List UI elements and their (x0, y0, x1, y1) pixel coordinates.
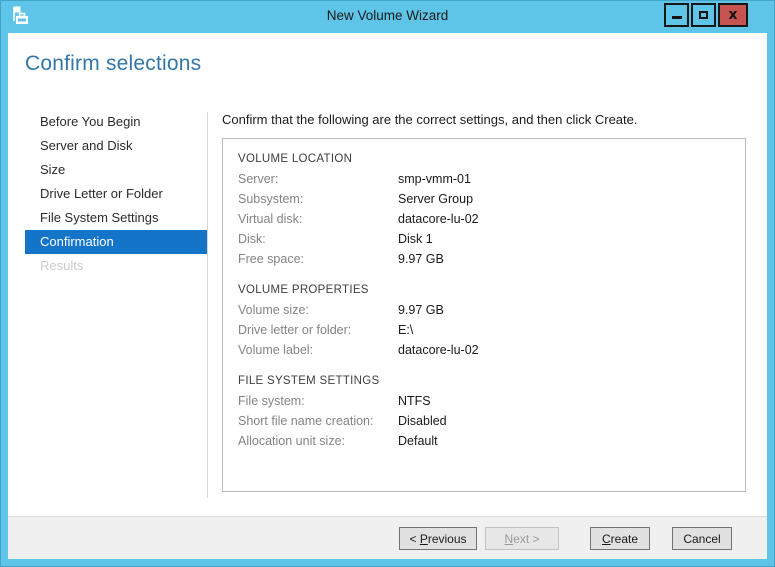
section-title: VOLUME PROPERTIES (238, 284, 369, 296)
row-value: 9.97 GB (398, 252, 444, 266)
instruction-text: Confirm that the following are the corre… (222, 112, 638, 127)
row-value: Server Group (398, 192, 474, 206)
row-label: Virtual disk: (238, 212, 303, 226)
wizard-body: Confirm selections Before You Begin Serv… (8, 33, 767, 559)
summary-row: Allocation unit size: Default (238, 431, 745, 451)
summary-row: Volume label: datacore-lu-02 (238, 340, 745, 360)
section-volume-location: VOLUME LOCATION Server: smp-vmm-01 Subsy… (238, 149, 745, 269)
title-bar: New Volume Wizard x (0, 0, 775, 33)
row-label: Short file name creation: (238, 414, 374, 428)
row-label: Drive letter or folder: (238, 323, 352, 337)
maximize-icon (699, 11, 708, 19)
close-button[interactable]: x (718, 3, 748, 27)
row-label: Volume size: (238, 303, 309, 317)
confirmation-summary-box: VOLUME LOCATION Server: smp-vmm-01 Subsy… (222, 138, 746, 492)
section-title: VOLUME LOCATION (238, 153, 353, 165)
minimize-button[interactable] (664, 3, 689, 27)
row-value: datacore-lu-02 (398, 343, 479, 357)
row-label: File system: (238, 394, 305, 408)
wizard-window: New Volume Wizard x Confirm selections B… (0, 0, 775, 567)
summary-row: Disk: Disk 1 (238, 229, 745, 249)
step-confirmation[interactable]: Confirmation (25, 230, 208, 254)
row-value: datacore-lu-02 (398, 212, 479, 226)
window-controls: x (662, 3, 748, 27)
row-label: Free space: (238, 252, 305, 266)
previous-button[interactable]: < Previous (399, 527, 477, 550)
row-value: E:\ (398, 323, 414, 337)
row-value: Default (398, 434, 438, 448)
summary-row: Drive letter or folder: E:\ (238, 320, 745, 340)
page-title: Confirm selections (25, 52, 202, 75)
summary-row: Short file name creation: Disabled (238, 411, 745, 431)
wizard-steps-nav: Before You Begin Server and Disk Size Dr… (25, 110, 208, 278)
row-label: Volume label: (238, 343, 314, 357)
close-icon: x (728, 7, 738, 23)
summary-row: Server: smp-vmm-01 (238, 169, 745, 189)
row-label: Allocation unit size: (238, 434, 346, 448)
row-value: 9.97 GB (398, 303, 444, 317)
next-button: Next > (485, 527, 559, 550)
row-value: smp-vmm-01 (398, 172, 471, 186)
step-server-and-disk[interactable]: Server and Disk (25, 134, 208, 158)
step-before-you-begin[interactable]: Before You Begin (25, 110, 208, 134)
summary-row: Volume size: 9.97 GB (238, 300, 745, 320)
row-label: Disk: (238, 232, 266, 246)
section-volume-properties: VOLUME PROPERTIES Volume size: 9.97 GB D… (238, 280, 745, 360)
sidebar-divider (207, 112, 208, 498)
section-title: FILE SYSTEM SETTINGS (238, 375, 380, 387)
row-value: Disk 1 (398, 232, 433, 246)
step-file-system-settings[interactable]: File System Settings (25, 206, 208, 230)
step-results: Results (40, 258, 84, 273)
row-value: NTFS (398, 394, 431, 408)
summary-row: Subsystem: Server Group (238, 189, 745, 209)
summary-row: Free space: 9.97 GB (238, 249, 745, 269)
cancel-button[interactable]: Cancel (672, 527, 732, 550)
row-label: Server: (238, 172, 279, 186)
summary-row: File system: NTFS (238, 391, 745, 411)
summary-row: Virtual disk: datacore-lu-02 (238, 209, 745, 229)
step-size[interactable]: Size (25, 158, 208, 182)
create-button[interactable]: Create (590, 527, 650, 550)
wizard-footer: < Previous Next > Create Cancel (8, 516, 767, 559)
step-drive-letter-or-folder[interactable]: Drive Letter or Folder (25, 182, 208, 206)
row-value: Disabled (398, 414, 447, 428)
row-label: Subsystem: (238, 192, 304, 206)
window-title: New Volume Wizard (326, 8, 449, 23)
maximize-button[interactable] (691, 3, 716, 27)
minimize-icon (671, 16, 682, 19)
section-file-system-settings: FILE SYSTEM SETTINGS File system: NTFS S… (238, 371, 745, 451)
